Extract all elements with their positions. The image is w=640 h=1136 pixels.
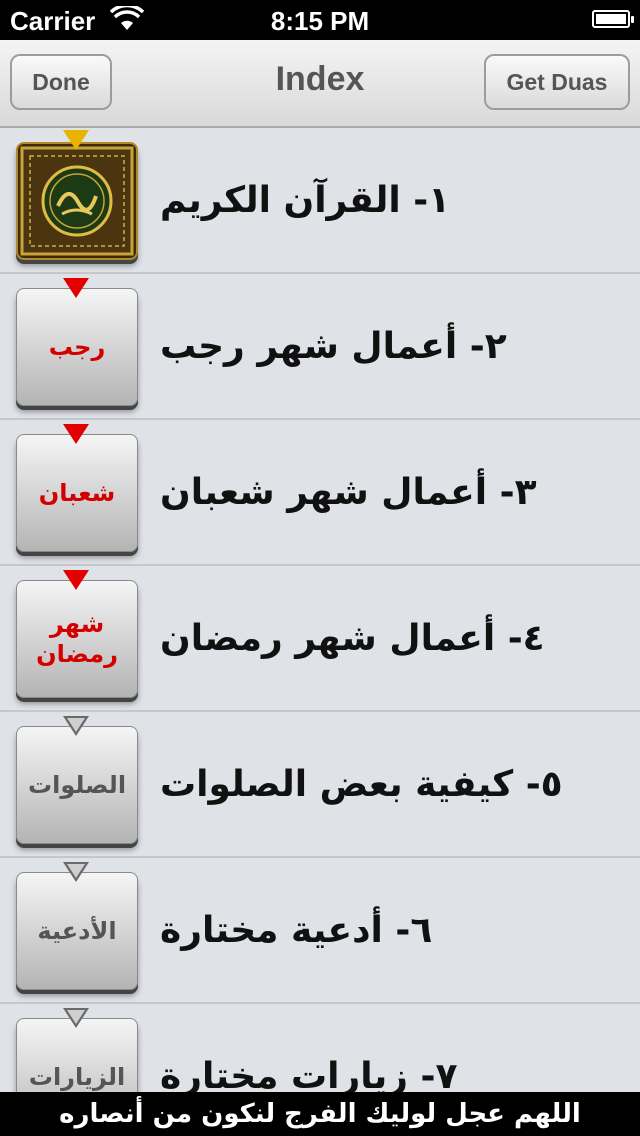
quran-emblem-icon	[20, 146, 134, 256]
row-label: ٦- أدعية مختارة	[160, 909, 433, 951]
rajab-tile[interactable]: رجب	[16, 288, 138, 406]
marker-triangle-icon	[63, 716, 89, 736]
list-item[interactable]: رجب ٢- أعمال شهر رجب	[0, 274, 640, 420]
quran-cover-icon[interactable]	[16, 142, 138, 260]
list-item[interactable]: الصلوات ٥- كيفية بعض الصلوات	[0, 712, 640, 858]
list-item[interactable]: شهر رمضان ٤- أعمال شهر رمضان	[0, 566, 640, 712]
row-label: ٢- أعمال شهر رجب	[160, 325, 507, 367]
marker-triangle-icon	[63, 130, 89, 150]
marker-triangle-icon	[63, 1008, 89, 1028]
marker-triangle-icon	[63, 570, 89, 590]
footer-banner: اللهم عجل لوليك الفرج لنكون من أنصاره	[0, 1092, 640, 1136]
navigation-bar: Done Index Get Duas	[0, 40, 640, 128]
get-duas-button[interactable]: Get Duas	[484, 54, 630, 110]
row-label: ٥- كيفية بعض الصلوات	[160, 763, 563, 805]
list-item[interactable]: الأدعية ٦- أدعية مختارة	[0, 858, 640, 1004]
prayers-tile[interactable]: الصلوات	[16, 726, 138, 844]
shaban-tile[interactable]: شعبان	[16, 434, 138, 552]
status-bar: Carrier 8:15 PM	[0, 0, 640, 40]
row-label: ١- القرآن الكريم	[160, 179, 451, 221]
row-label: ٧- زيارات مختارة	[160, 1055, 458, 1093]
battery-icon	[592, 10, 634, 28]
ziyarat-tile[interactable]: الزيارات	[16, 1018, 138, 1092]
marker-triangle-icon	[63, 424, 89, 444]
marker-triangle-icon	[63, 862, 89, 882]
list-item[interactable]: شعبان ٣- أعمال شهر شعبان	[0, 420, 640, 566]
index-list[interactable]: ١- القرآن الكريم رجب ٢- أعمال شهر رجب شع…	[0, 128, 640, 1092]
row-label: ٣- أعمال شهر شعبان	[160, 471, 537, 513]
supplications-tile[interactable]: الأدعية	[16, 872, 138, 990]
row-label: ٤- أعمال شهر رمضان	[160, 617, 545, 659]
list-item[interactable]: الزيارات ٧- زيارات مختارة	[0, 1004, 640, 1092]
clock: 8:15 PM	[270, 6, 370, 36]
ramadan-tile[interactable]: شهر رمضان	[16, 580, 138, 698]
list-item[interactable]: ١- القرآن الكريم	[0, 128, 640, 274]
marker-triangle-icon	[63, 278, 89, 298]
